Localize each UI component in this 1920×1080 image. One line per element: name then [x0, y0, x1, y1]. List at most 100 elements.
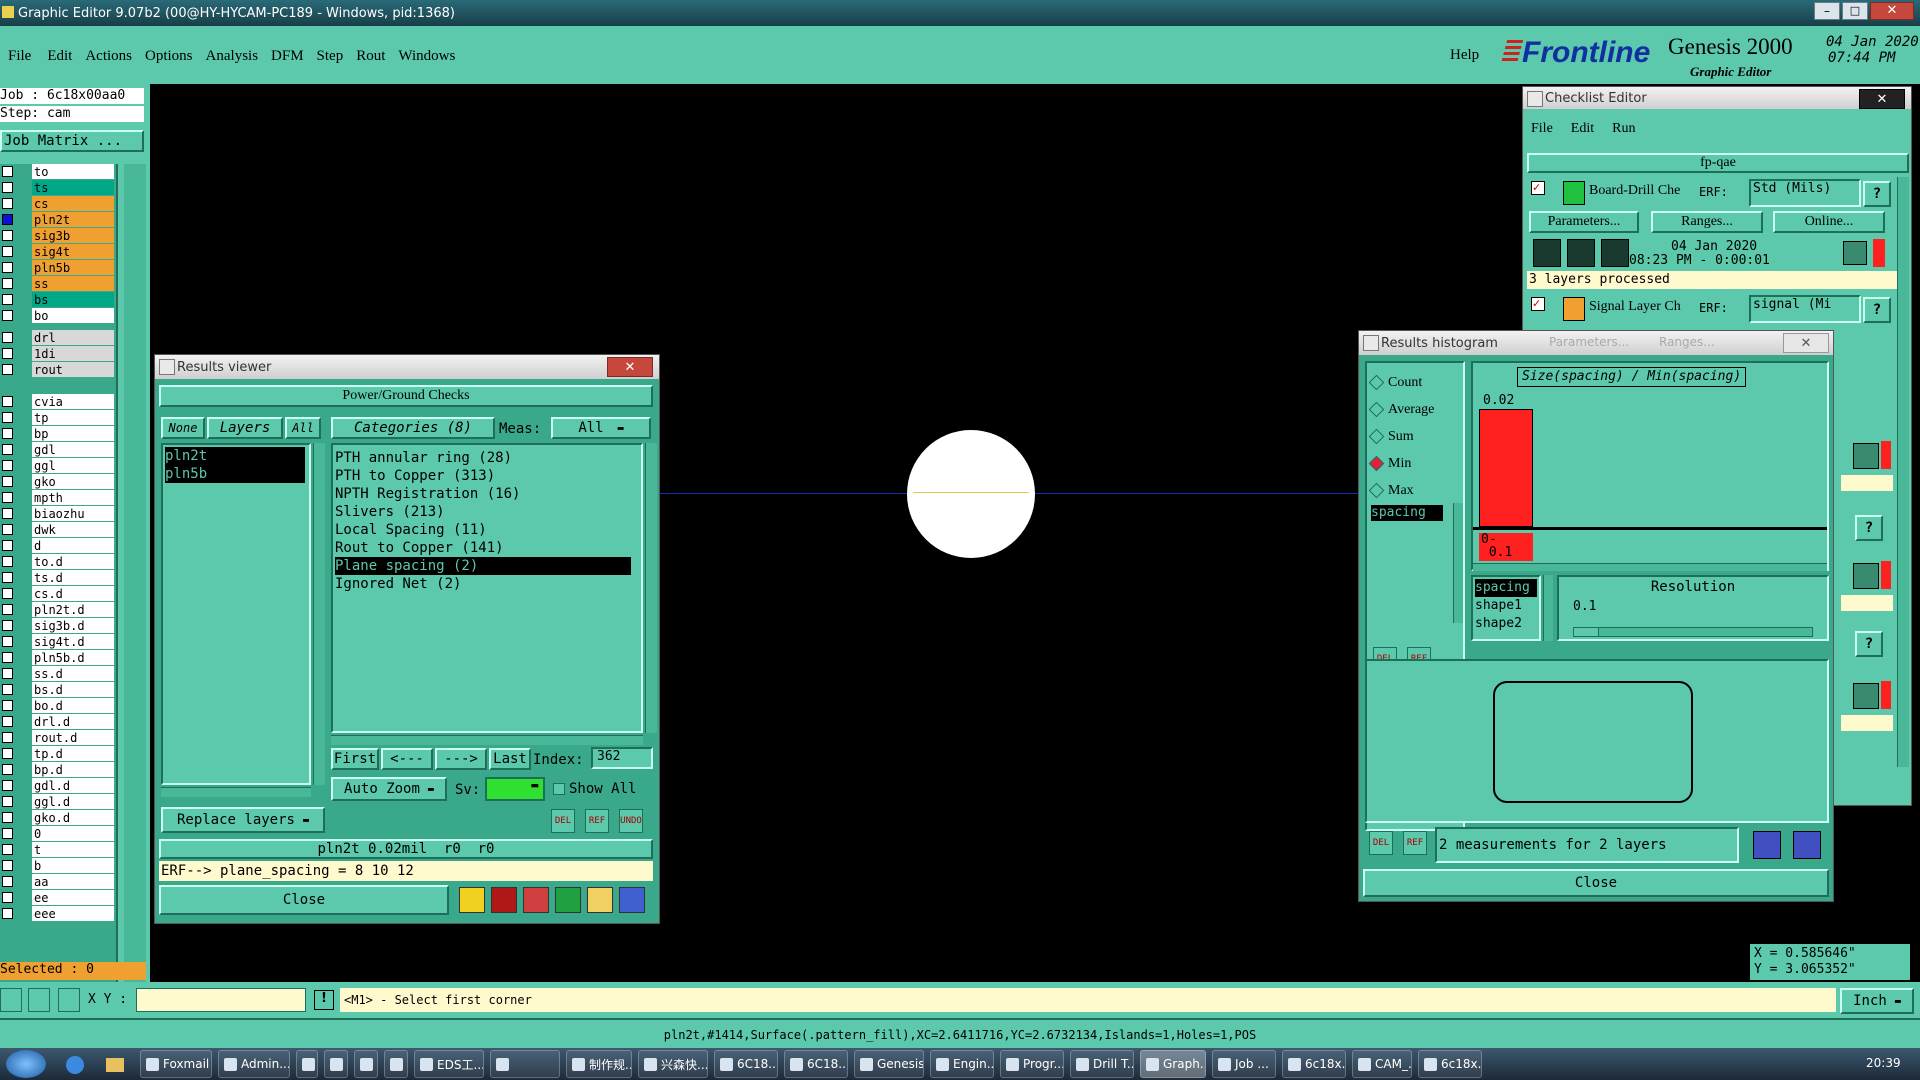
taskbar-item[interactable]	[324, 1050, 348, 1078]
layer-row[interactable]: drl.d	[0, 714, 116, 730]
layer-checkbox[interactable]	[2, 892, 13, 903]
menu-windows[interactable]: Windows	[398, 48, 455, 65]
layer-row[interactable]: ggl.d	[0, 794, 116, 810]
info-icon[interactable]: !	[314, 990, 334, 1010]
layer-row[interactable]: cvia	[0, 394, 116, 410]
mode-scrollbar[interactable]	[1453, 503, 1463, 623]
categories-list[interactable]: PTH annular ring (28) PTH to Copper (313)…	[331, 443, 643, 733]
xy-input[interactable]	[136, 988, 306, 1012]
minimize-button[interactable]: –	[1814, 2, 1840, 20]
mode-max[interactable]: Max	[1368, 477, 1434, 504]
stop-icon[interactable]	[491, 887, 517, 913]
layers-button[interactable]: Layers	[207, 417, 283, 439]
category-item[interactable]: NPTH Registration (16)	[335, 485, 639, 503]
taskbar-item[interactable]: Genesis	[854, 1050, 924, 1078]
layer-checkbox[interactable]	[2, 166, 13, 177]
category-item[interactable]: Local Spacing (11)	[335, 521, 639, 539]
menu-actions[interactable]: Actions	[85, 48, 132, 65]
layer-checkbox[interactable]	[2, 700, 13, 711]
layer-row[interactable]: bp	[0, 426, 116, 442]
mode-min[interactable]: Min	[1368, 450, 1434, 477]
layer-checkbox[interactable]	[2, 508, 13, 519]
view-icon[interactable]	[1753, 831, 1781, 859]
layer-checkbox[interactable]	[2, 812, 13, 823]
layer-row[interactable]: bo	[0, 308, 116, 324]
ie-icon[interactable]	[66, 1056, 84, 1074]
category-item[interactable]: PTH to Copper (313)	[335, 467, 639, 485]
layer-checkbox[interactable]	[2, 294, 13, 305]
layer-result-item[interactable]: pln5b	[165, 465, 305, 483]
checklist-scrollbar[interactable]	[1897, 177, 1909, 767]
menu-file[interactable]: File	[8, 48, 31, 65]
layer-row[interactable]: dwk	[0, 522, 116, 538]
maximize-button[interactable]: □	[1842, 2, 1868, 20]
layer-checkbox[interactable]	[2, 412, 13, 423]
help-icon[interactable]: ?	[1855, 515, 1883, 541]
taskbar-item[interactable]: 6C18...	[714, 1050, 778, 1078]
shape-list-scrollbar[interactable]	[1543, 575, 1553, 641]
online-button[interactable]: Online...	[1773, 211, 1885, 233]
layer-row[interactable]: to	[0, 164, 116, 180]
layer-checkbox[interactable]	[2, 652, 13, 663]
layer-checkbox[interactable]	[2, 764, 13, 775]
layer-checkbox[interactable]	[2, 428, 13, 439]
layer-row[interactable]: tp.d	[0, 746, 116, 762]
layer-checkbox[interactable]	[2, 278, 13, 289]
view-icon[interactable]	[1793, 831, 1821, 859]
next-button[interactable]: --->	[435, 748, 487, 770]
measure-tool-icon[interactable]	[28, 988, 50, 1012]
check-enabled-icon[interactable]: ✓	[1531, 181, 1545, 195]
ranges-button[interactable]: Ranges...	[1651, 211, 1763, 233]
layer-row[interactable]: pln5b	[0, 260, 116, 276]
taskbar-item[interactable]: Drill T...	[1070, 1050, 1134, 1078]
layer-list-hscroll[interactable]	[161, 787, 311, 797]
layer-checkbox[interactable]	[2, 524, 13, 535]
histogram-close-button[interactable]: Close	[1363, 869, 1829, 897]
layer-checkbox[interactable]	[2, 684, 13, 695]
taskbar-item[interactable]: Graph...	[1140, 1050, 1206, 1078]
del-icon[interactable]: DEL	[1369, 831, 1393, 855]
layer-row[interactable]: sig3b.d	[0, 618, 116, 634]
layer-checkbox[interactable]	[2, 876, 13, 887]
show-all-checkbox[interactable]	[553, 783, 565, 795]
layer-row[interactable]: drl	[0, 330, 116, 346]
first-button[interactable]: First	[331, 748, 379, 770]
layer-checkbox[interactable]	[2, 716, 13, 727]
taskbar-item[interactable]	[296, 1050, 318, 1078]
check-item-1[interactable]: ✓ Board-Drill Che ERF: Std (Mils) ?	[1527, 177, 1897, 207]
last-button[interactable]: Last	[489, 748, 531, 770]
resolution-slider[interactable]	[1573, 627, 1813, 637]
layer-row[interactable]: tp	[0, 410, 116, 426]
layer-row[interactable]: sig4t.d	[0, 634, 116, 650]
none-button[interactable]: None	[161, 417, 205, 439]
layer-row[interactable]: d	[0, 538, 116, 554]
layer-row[interactable]: bs	[0, 292, 116, 308]
layer-row[interactable]: 1di	[0, 346, 116, 362]
layer-checkbox[interactable]	[2, 198, 13, 209]
undo-icon[interactable]: UNDO	[619, 809, 643, 833]
close-app-button[interactable]: ✕	[1870, 2, 1914, 20]
shape-item[interactable]: shape2	[1475, 615, 1537, 633]
layer-row[interactable]: t	[0, 842, 116, 858]
replace-layers-select[interactable]: Replace layers ▬	[161, 807, 325, 833]
results-viewer-close-button[interactable]: Close	[159, 885, 449, 915]
run-icon[interactable]	[1601, 239, 1629, 267]
shape-list[interactable]: spacing shape1 shape2	[1471, 575, 1541, 641]
results-viewer-close-icon[interactable]: ✕	[607, 357, 653, 377]
layer-checkbox[interactable]	[2, 460, 13, 471]
radio-icon[interactable]	[1368, 455, 1385, 472]
layer-checkbox[interactable]	[2, 844, 13, 855]
layer-row[interactable]: gdl	[0, 442, 116, 458]
taskbar-item[interactable]	[384, 1050, 408, 1078]
help-menu[interactable]: Help	[1450, 47, 1479, 64]
layer-checkbox[interactable]	[2, 796, 13, 807]
run-icon[interactable]	[1533, 239, 1561, 267]
layer-checkbox[interactable]	[2, 214, 13, 225]
layer-result-item[interactable]: pln2t	[165, 447, 305, 465]
layer-row[interactable]: pln2t	[0, 212, 116, 228]
mode-sum[interactable]: Sum	[1368, 423, 1434, 450]
radio-icon[interactable]	[1368, 428, 1385, 445]
layer-checkbox[interactable]	[2, 246, 13, 257]
taskbar-item[interactable]: EDS工...	[414, 1050, 484, 1078]
layer-checkbox[interactable]	[2, 540, 13, 551]
